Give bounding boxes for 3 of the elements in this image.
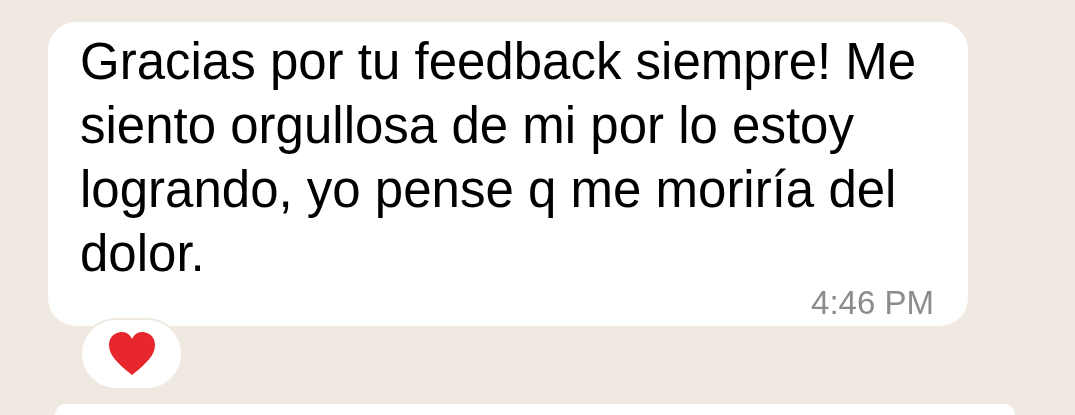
message-time: 4:46 PM xyxy=(811,286,934,319)
heart-icon xyxy=(106,331,157,377)
message-text: Gracias por tu feedback siempre! Me siento orgullosa de mi por lo estoy logrando, yo pense q me moriría del dolor. xyxy=(80,32,918,284)
